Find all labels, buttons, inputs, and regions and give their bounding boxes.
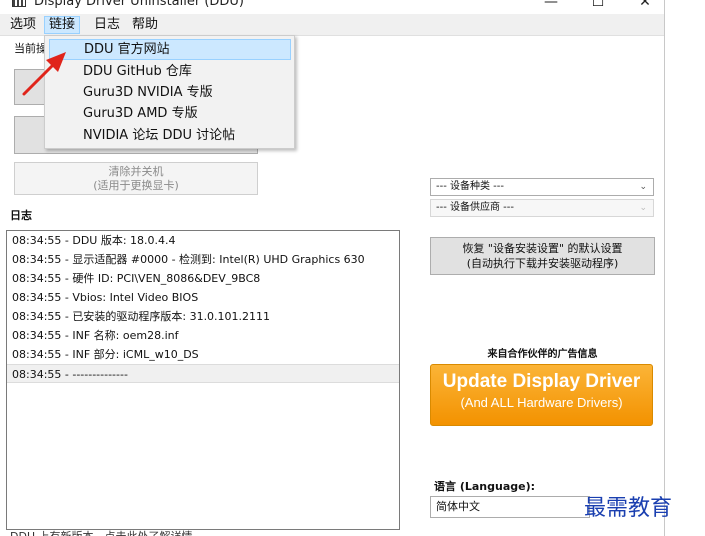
links-dropdown-menu: DDU 官方网站 DDU GitHub 仓库 Guru3D NVIDIA 专版 …	[44, 35, 295, 149]
menu-links[interactable]: 链接	[44, 16, 81, 34]
watermark: 最需教育	[584, 496, 673, 521]
ad-sub-text: (And ALL Hardware Drivers)	[460, 395, 623, 410]
update-driver-ad-banner[interactable]: Update Display Driver (And ALL Hardware …	[430, 364, 653, 426]
update-available-link[interactable]: DDU 上有新版本，点击此处了解详情	[10, 528, 193, 536]
title-bar: Display Driver Uninstaller (DDU) — ☐ ✕	[0, 0, 665, 14]
log-line: 08:34:55 - DDU 版本: 18.0.4.4	[12, 234, 176, 247]
language-select[interactable]: 简体中文	[430, 496, 590, 518]
log-line-selected: 08:34:55 - --------------	[7, 364, 399, 383]
restore-button-line2: (自动执行下载并安装驱动程序)	[466, 257, 619, 270]
device-vendor-select[interactable]: --- 设备供应商 --- ⌄	[430, 199, 654, 217]
log-line: 08:34:55 - Vbios: Intel Video BIOS	[12, 291, 199, 304]
log-title: 日志	[10, 209, 32, 222]
menu-options[interactable]: 选项	[6, 16, 40, 34]
minimize-button[interactable]: —	[536, 0, 566, 10]
menu-item-guru3d-amd[interactable]: Guru3D AMD 专版	[49, 103, 291, 124]
app-icon	[12, 0, 26, 7]
menu-item-nvidia-forum[interactable]: NVIDIA 论坛 DDU 讨论帖	[49, 125, 291, 146]
restore-default-settings-button[interactable]: 恢复 "设备安装设置" 的默认设置 (自动执行下载并安装驱动程序)	[430, 237, 655, 275]
log-list[interactable]: 08:34:55 - DDU 版本: 18.0.4.4 08:34:55 - 显…	[6, 230, 400, 530]
window-border	[664, 0, 665, 536]
partner-ad-label: 来自合作伙伴的广告信息	[487, 349, 598, 360]
maximize-button[interactable]: ☐	[583, 0, 613, 10]
restore-button-line1: 恢复 "设备安装设置" 的默认设置	[462, 242, 623, 255]
menu-item-guru3d-nvidia[interactable]: Guru3D NVIDIA 专版	[49, 82, 291, 103]
device-type-select[interactable]: --- 设备种类 --- ⌄	[430, 178, 654, 196]
shutdown-button-line2: (适用于更换显卡)	[93, 179, 179, 192]
menu-help[interactable]: 帮助	[128, 16, 162, 34]
log-line: 08:34:55 - INF 名称: oem28.inf	[12, 329, 179, 342]
ad-main-text: Update Display Driver	[442, 371, 641, 392]
menu-item-ddu-official-site[interactable]: DDU 官方网站	[49, 39, 291, 60]
menu-bar: 选项 链接 日志 帮助	[0, 14, 665, 36]
menu-log[interactable]: 日志	[90, 16, 124, 34]
language-value: 简体中文	[436, 500, 480, 513]
log-line: 08:34:55 - 已安装的驱动程序版本: 31.0.101.2111	[12, 310, 271, 323]
chevron-down-icon: ⌄	[639, 182, 647, 192]
menu-item-ddu-github[interactable]: DDU GitHub 仓库	[49, 61, 291, 82]
log-line: 08:34:55 - INF 部分: iCML_w10_DS	[12, 348, 199, 361]
log-line: 08:34:55 - 显示适配器 #0000 - 检测到: Intel(R) U…	[12, 253, 365, 266]
chevron-down-icon: ⌄	[639, 203, 647, 213]
device-type-value: --- 设备种类 ---	[436, 181, 505, 192]
window-title: Display Driver Uninstaller (DDU)	[34, 0, 245, 9]
shutdown-button-line1: 清除并关机	[108, 165, 164, 178]
device-vendor-value: --- 设备供应商 ---	[436, 202, 515, 213]
clean-and-shutdown-button[interactable]: 清除并关机 (适用于更换显卡)	[14, 162, 258, 195]
language-label: 语言 (Language):	[434, 480, 536, 493]
close-button[interactable]: ✕	[630, 0, 660, 10]
log-line: 08:34:55 - 硬件 ID: PCI\VEN_8086&DEV_9BC8	[12, 272, 261, 285]
red-arrow-icon	[22, 52, 66, 96]
